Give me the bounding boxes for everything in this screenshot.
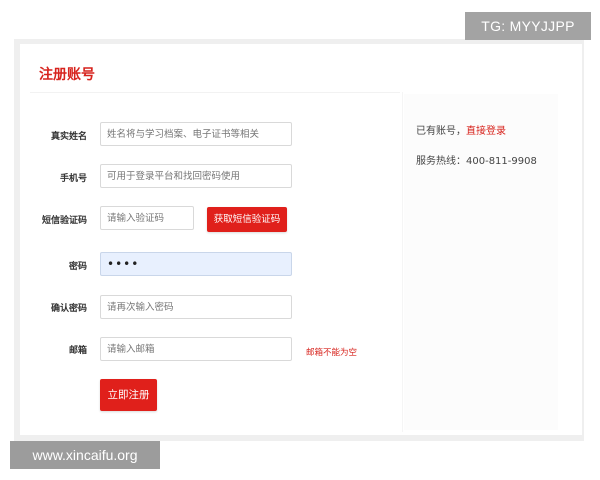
title-divider	[30, 92, 400, 93]
real-name-label: 真实姓名	[50, 132, 87, 142]
password-label: 密码	[68, 262, 87, 272]
get-sms-code-button[interactable]: 获取短信验证码	[207, 207, 287, 232]
password-input[interactable]	[100, 252, 292, 276]
confirm-password-input[interactable]	[100, 295, 292, 319]
email-label: 邮箱	[68, 346, 87, 356]
service-hotline: 服务热线：400-811-9908	[416, 152, 537, 167]
phone-label: 手机号	[59, 174, 87, 184]
login-prompt: 已有账号，直接登录	[416, 122, 506, 137]
email-input[interactable]	[100, 337, 292, 361]
page-title: 注册账号	[39, 67, 95, 83]
real-name-input[interactable]	[100, 122, 292, 146]
email-error-message: 邮箱不能为空	[306, 348, 358, 358]
register-button[interactable]: 立即注册	[100, 379, 157, 411]
side-panel	[404, 94, 558, 430]
sms-code-input[interactable]	[100, 206, 194, 230]
have-account-text: 已有账号，	[416, 126, 466, 137]
confirm-password-label: 确认密码	[50, 304, 87, 314]
watermark-site: www.xincaifu.org	[10, 441, 160, 469]
login-link[interactable]: 直接登录	[466, 126, 506, 137]
sms-code-label: 短信验证码	[41, 216, 87, 226]
hotline-number: 400-811-9908	[466, 156, 537, 167]
hotline-label: 服务热线：	[416, 156, 466, 167]
watermark-tg: TG: MYYJJPP	[465, 12, 591, 40]
panel-divider	[402, 92, 403, 432]
phone-input[interactable]	[100, 164, 292, 188]
